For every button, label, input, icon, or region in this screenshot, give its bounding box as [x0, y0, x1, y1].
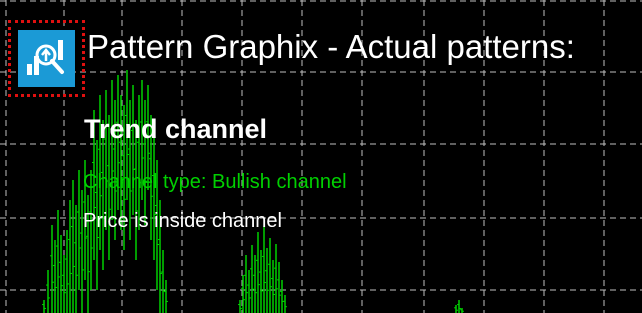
chart-window[interactable]: Pattern Graphix - Actual patterns: Trend… — [0, 0, 642, 313]
price-bar — [59, 235, 63, 313]
price-bar — [131, 85, 135, 215]
price-bar — [268, 238, 272, 313]
price-bar — [74, 205, 78, 313]
price-bar — [280, 280, 284, 313]
price-bar — [238, 300, 242, 313]
price-bar — [454, 305, 458, 313]
price-bar — [65, 230, 69, 313]
price-bar — [265, 248, 269, 313]
price-bar — [71, 180, 75, 313]
price-bar — [244, 255, 248, 313]
price-bar — [164, 280, 168, 313]
price-bar — [46, 270, 50, 313]
price-bar — [56, 210, 60, 313]
price-bar — [152, 130, 156, 260]
price-bar — [53, 240, 57, 313]
price-bar — [283, 295, 287, 313]
price-bar — [274, 244, 278, 313]
price-bar — [68, 200, 72, 313]
price-bar — [253, 255, 257, 313]
app-logo-button[interactable] — [8, 20, 85, 97]
price-bar — [50, 225, 54, 313]
price-bar — [250, 245, 254, 313]
channel-type-label: Channel type: Bullish channel — [83, 171, 347, 193]
pattern-name-label: Trend channel — [84, 114, 268, 144]
price-bar — [161, 250, 165, 313]
price-bar — [42, 300, 46, 313]
price-bar — [259, 250, 263, 313]
price-bar — [262, 226, 266, 313]
price-bar — [277, 262, 281, 313]
price-bar — [457, 300, 461, 313]
window-title: Pattern Graphix - Actual patterns: — [87, 28, 575, 65]
price-status-label: Price is inside channel — [83, 210, 282, 232]
price-bar — [62, 255, 66, 313]
pattern-graphix-logo-icon — [18, 30, 75, 87]
price-bar — [110, 80, 114, 220]
price-bar — [77, 170, 81, 290]
price-bar — [247, 270, 251, 313]
